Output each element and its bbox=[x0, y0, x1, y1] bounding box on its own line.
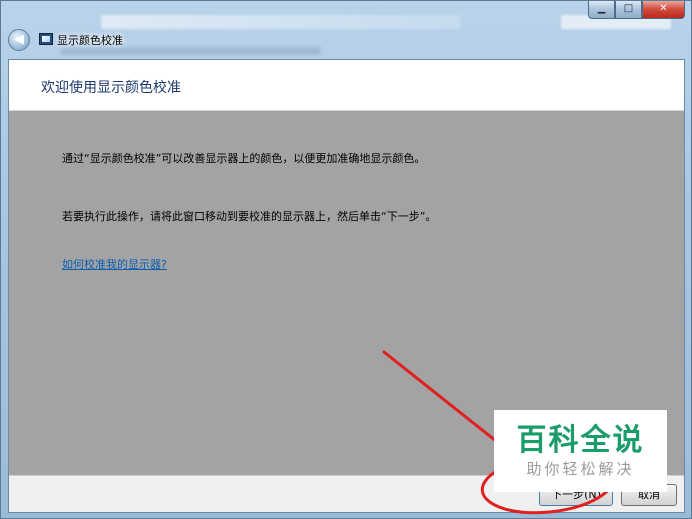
intro-paragraph: 通过“显示颜色校准”可以改善显示器上的颜色，以便更加准确地显示颜色。 bbox=[62, 152, 426, 165]
back-arrow-icon[interactable]: ◀ bbox=[8, 29, 30, 51]
instruction-paragraph: 若要执行此操作，请将此窗口移动到要校准的显示器上，然后单击“下一步”。 bbox=[62, 210, 437, 223]
window-controls: ▁ □ ✕ bbox=[588, 1, 685, 19]
header-band: 欢迎使用显示颜色校准 bbox=[9, 60, 684, 111]
blurred-menu-bar bbox=[61, 47, 321, 55]
minimize-button[interactable]: ▁ bbox=[588, 1, 615, 19]
page-title: 欢迎使用显示颜色校准 bbox=[41, 80, 181, 96]
monitor-icon bbox=[39, 33, 53, 45]
watermark-title: 百科全说 bbox=[516, 423, 645, 458]
maximize-button[interactable]: □ bbox=[615, 1, 642, 19]
watermark-logo: 百科全说 助你轻松解决 bbox=[494, 410, 667, 492]
help-link[interactable]: 如何校准我的显示器? bbox=[62, 256, 167, 272]
window-title: 显示颜色校准 bbox=[57, 34, 123, 47]
watermark-subtitle: 助你轻松解决 bbox=[526, 460, 635, 478]
close-button[interactable]: ✕ bbox=[642, 1, 685, 19]
blurred-address-bar bbox=[101, 15, 461, 29]
